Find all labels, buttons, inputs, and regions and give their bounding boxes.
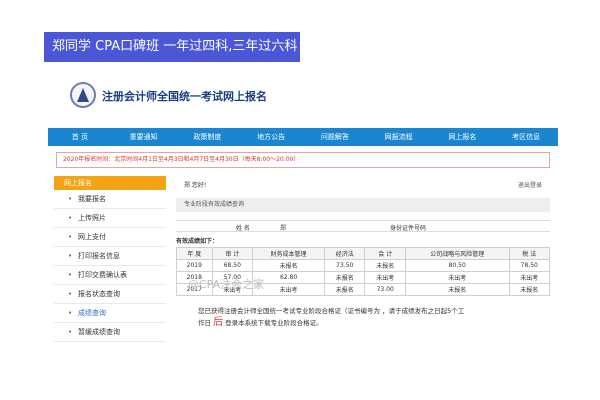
certificate-notice-line1: 您已获得注册会计师全国统一考试专业阶段合格证（证书编号为 ，请于成绩发布之日起5… xyxy=(198,307,465,315)
sidebar-item-status[interactable]: 报名状态查询 xyxy=(54,285,166,304)
sidebar: 网上报名 我要报名 上传照片 网上支付 打印报名信息 打印交费确认表 报名状态查… xyxy=(54,176,166,356)
greeting: 郑 您好! xyxy=(184,182,207,189)
nav-item-home[interactable]: 首 页 xyxy=(48,128,112,146)
main-content: 郑 您好! 退出登录 专业阶段有效成绩查询 姓 名 郑 身份证件号码 有效成绩如… xyxy=(176,180,551,360)
sidebar-item-score-query[interactable]: 成绩查询 xyxy=(54,304,166,323)
certificate-notice-highlight: 后 xyxy=(213,317,224,328)
cell: 68.50 xyxy=(211,259,254,272)
id-label: 身份证件号码 xyxy=(390,225,427,232)
col-economic-law: 经济法 xyxy=(324,247,366,260)
table-row: 2019 68.50 未报名 73.50 未报名 80.50 78.50 xyxy=(176,259,551,272)
nav-item-local[interactable]: 地方公告 xyxy=(239,128,303,146)
cell: 73.50 xyxy=(324,259,366,272)
nav-item-policy[interactable]: 政策制度 xyxy=(176,128,240,146)
valid-scores-label: 有效成绩如下： xyxy=(176,238,219,245)
cell: 未报名 xyxy=(324,271,366,284)
col-audit: 审 计 xyxy=(211,247,254,260)
sidebar-item-print-info[interactable]: 打印报名信息 xyxy=(54,247,166,266)
col-strategy: 公司战略与风险管理 xyxy=(404,247,510,260)
cell: 78.50 xyxy=(508,259,551,272)
site-title: 注册会计师全国统一考试网上报名 xyxy=(102,90,267,103)
promo-banner-text: 郑同学 CPA口碑班 一年过四科,三年过六科 xyxy=(52,39,298,54)
cell: 未出考 xyxy=(404,271,510,284)
nav-item-register[interactable]: 网上报名 xyxy=(431,128,495,146)
col-accounting: 会 计 xyxy=(364,247,406,260)
site-header: 注册会计师全国统一考试网上报名 xyxy=(48,66,558,122)
cell: 未报名 xyxy=(404,283,510,296)
cicpa-logo-icon xyxy=(70,82,96,108)
logout-link[interactable]: 退出登录 xyxy=(518,180,542,192)
watermark: @CPA注会之家 xyxy=(188,278,265,291)
nav-item-process[interactable]: 网报流程 xyxy=(367,128,431,146)
nav-item-region[interactable]: 考区信息 xyxy=(494,128,558,146)
sidebar-title: 网上报名 xyxy=(54,176,166,190)
embedded-screenshot: 注册会计师全国统一考试网上报名 首 页 重要通知 政策制度 地方公告 问题解答 … xyxy=(48,66,558,366)
cell: 未出考 xyxy=(508,271,551,284)
cell: 未报名 xyxy=(508,283,551,296)
name-label: 姓 名 xyxy=(236,225,250,232)
main-nav: 首 页 重要通知 政策制度 地方公告 问题解答 网报流程 网上报名 考区信息 xyxy=(48,128,558,146)
cell: 未报名 xyxy=(324,283,366,296)
col-tax-law: 税 法 xyxy=(508,247,551,260)
name-value: 郑 xyxy=(280,225,287,232)
sidebar-item-apply[interactable]: 我要报名 xyxy=(54,190,166,209)
certificate-notice-suffix: 登录本系统下载专业阶段合格证。 xyxy=(225,319,323,327)
sidebar-item-payment[interactable]: 网上支付 xyxy=(54,228,166,247)
certificate-notice-prefix: 作日 xyxy=(198,319,211,327)
sidebar-item-print-receipt[interactable]: 打印交费确认表 xyxy=(54,266,166,285)
certificate-notice: 您已获得注册会计师全国统一考试专业阶段合格证（证书编号为 ，请于成绩发布之日起5… xyxy=(176,306,550,329)
registration-notice: 2020年报名时间：北京时间4月1日至4月3日和4月7日至4月30日（每天8:0… xyxy=(56,152,550,168)
cell: 未报名 xyxy=(252,259,326,272)
promo-banner: 郑同学 CPA口碑班 一年过四科,三年过六科 xyxy=(44,32,300,62)
col-year: 年 度 xyxy=(176,247,213,260)
cell: 80.50 xyxy=(404,259,510,272)
sidebar-item-upload-photo[interactable]: 上传照片 xyxy=(54,209,166,228)
sidebar-item-deferred-score[interactable]: 暂缓成绩查询 xyxy=(54,323,166,342)
nav-item-faq[interactable]: 问题解答 xyxy=(303,128,367,146)
cell: 未报名 xyxy=(364,259,406,272)
section-title: 专业阶段有效成绩查询 xyxy=(176,198,550,212)
cell: 未出考 xyxy=(364,271,406,284)
greeting-row: 郑 您好! 退出登录 xyxy=(176,180,550,192)
score-table-header: 年 度 审 计 财务成本管理 经济法 会 计 公司战略与风险管理 税 法 xyxy=(176,247,551,260)
cell: 2019 xyxy=(176,259,213,272)
nav-item-notices[interactable]: 重要通知 xyxy=(112,128,176,146)
col-financial-cost: 财务成本管理 xyxy=(252,247,326,260)
cell: 73.00 xyxy=(364,283,406,296)
candidate-info-row: 姓 名 郑 身份证件号码 xyxy=(176,220,550,232)
